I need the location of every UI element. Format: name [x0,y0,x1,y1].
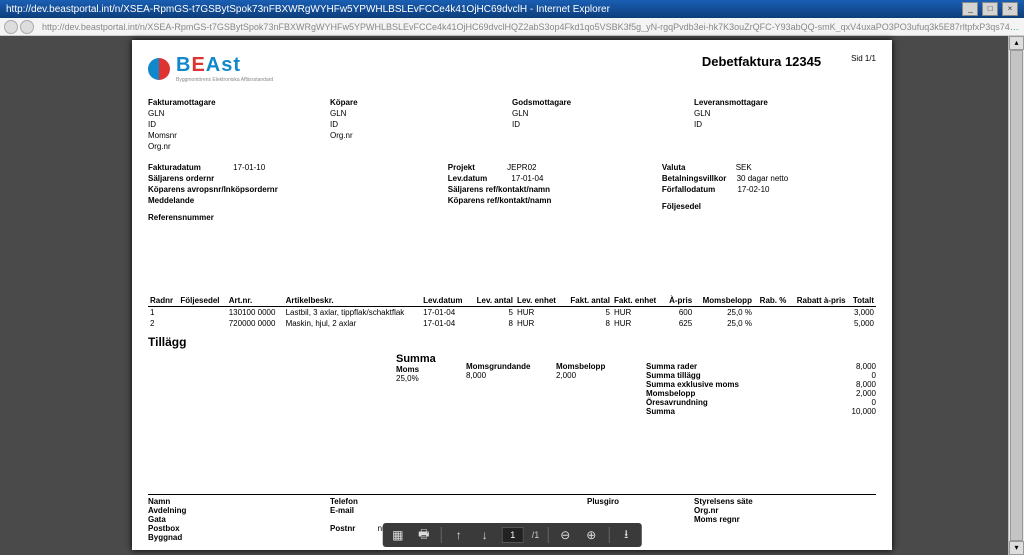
zoom-in-icon[interactable]: ⊕ [582,526,600,544]
forward-button[interactable] [20,20,34,34]
table-row: 2 720000 0000 Maskin, hjul, 2 axlar 17-0… [148,318,876,329]
window-title: http://dev.beastportal.int/n/XSEA-RpmGS-… [6,4,610,15]
godsmottagare: Godsmottagare GLN ID [512,97,694,152]
page-total: /1 [532,530,540,540]
kopare: Köpare GLN ID Org.nr [330,97,512,152]
leveransmottagare: Leveransmottagare GLN ID [694,97,876,152]
window-controls: _ □ × [961,2,1018,16]
zoom-out-icon[interactable]: ⊖ [556,526,574,544]
fakturamottagare: Fakturamottagare GLN ID Momsnr Org.nr [148,97,330,152]
summa-block: Summa Moms 25,0% Momsgrundande 8,000 Mom… [148,353,876,416]
pdf-toolbar: ▦ 🖶 ↑ ↓ /1 ⊖ ⊕ ⭳ [383,523,642,547]
vertical-scrollbar[interactable]: ▴ ▾ [1008,36,1024,555]
lines-table: Radnr Följesedel Art.nr. Artikelbeskr. L… [148,295,876,329]
page-up-icon[interactable]: ↑ [450,526,468,544]
pdf-viewer: BEAst Byggmontörens Elektroniska Affärss… [0,36,1024,555]
logo-subtitle: Byggmontörens Elektroniska Affärsstandar… [176,77,273,83]
back-button[interactable] [4,20,18,34]
scroll-up-icon[interactable]: ▴ [1009,36,1024,50]
window-titlebar: http://dev.beastportal.int/n/XSEA-RpmGS-… [0,0,1024,18]
address-bar: http://dev.beastportal.int/n/XSEA-RpmGS-… [0,18,1024,36]
download-icon[interactable]: ⭳ [617,526,635,544]
scroll-thumb[interactable] [1010,50,1023,541]
page-down-icon[interactable]: ↓ [476,526,494,544]
scroll-down-icon[interactable]: ▾ [1009,541,1024,555]
table-row: 1 130100 0000 Lastbil, 3 axlar, tippflak… [148,307,876,319]
parties-block: Fakturamottagare GLN ID Momsnr Org.nr Kö… [148,97,876,152]
close-button[interactable]: × [1002,2,1018,16]
tillagg-heading: Tillägg [148,335,876,349]
page-input[interactable] [502,527,524,543]
logo: BEAst Byggmontörens Elektroniska Affärss… [148,54,273,83]
print-icon[interactable]: 🖶 [415,526,433,544]
meta-block: Fakturadatum 17-01-10 Säljarens ordernr … [148,162,876,223]
sidebar-toggle-icon[interactable]: ▦ [389,526,407,544]
document-title: Debetfaktura 12345 [702,54,821,69]
url-field[interactable]: http://dev.beastportal.int/n/XSEA-RpmGS-… [42,22,1020,32]
logo-mark-icon [148,58,170,80]
page-indicator: Sid 1/1 [851,54,876,63]
invoice-page: BEAst Byggmontörens Elektroniska Affärss… [132,40,892,550]
maximize-button[interactable]: □ [982,2,998,16]
minimize-button[interactable]: _ [962,2,978,16]
